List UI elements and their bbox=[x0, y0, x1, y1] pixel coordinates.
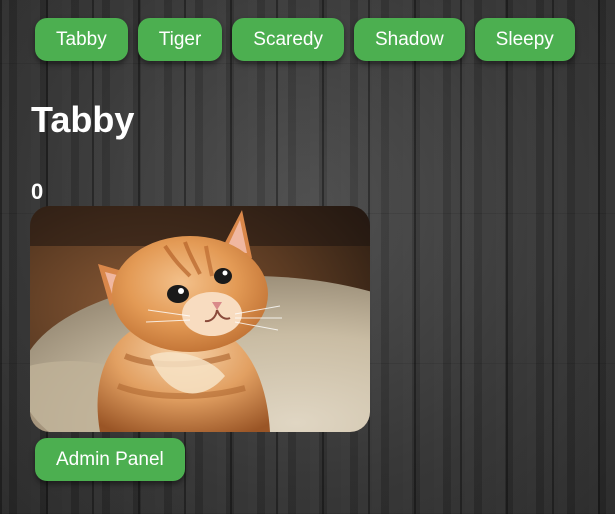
admin-panel-button[interactable]: Admin Panel bbox=[35, 438, 185, 481]
click-count: 0 bbox=[31, 179, 44, 204]
cat-nav: Tabby Tiger Scaredy Shadow Sleepy bbox=[35, 18, 575, 61]
kitten-photo-icon bbox=[30, 206, 370, 432]
cat-button-tiger[interactable]: Tiger bbox=[137, 18, 223, 61]
cat-button-sleepy[interactable]: Sleepy bbox=[474, 18, 575, 61]
cat-button-tabby[interactable]: Tabby bbox=[35, 18, 128, 61]
cat-name-title: Tabby bbox=[31, 99, 135, 140]
cat-button-scaredy[interactable]: Scaredy bbox=[232, 18, 344, 61]
cat-button-shadow[interactable]: Shadow bbox=[354, 18, 465, 61]
cat-image[interactable] bbox=[30, 206, 370, 432]
